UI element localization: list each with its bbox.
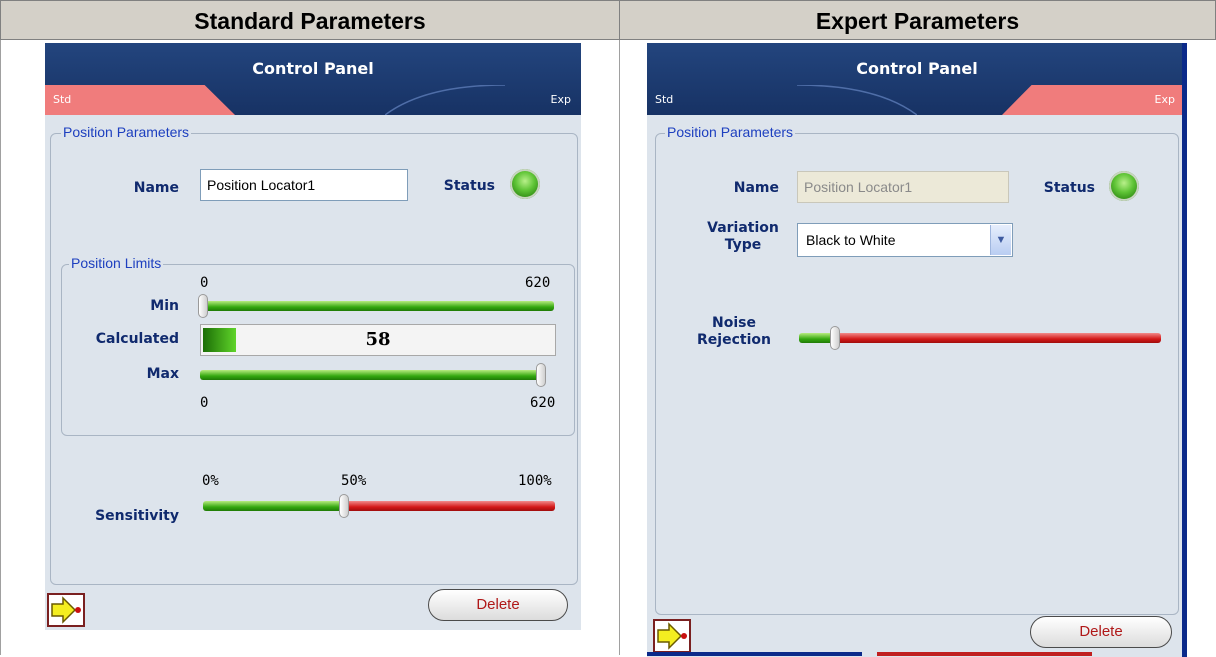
standard-parameters-header: Standard Parameters xyxy=(0,0,620,40)
panel-title: Control Panel xyxy=(856,59,978,78)
standard-control-panel: Control Panel Std Exp Position Parameter… xyxy=(45,43,581,630)
panel-title: Control Panel xyxy=(252,59,374,78)
tab-std[interactable]: Std xyxy=(655,85,715,115)
bottom-strip-red xyxy=(877,652,1092,656)
noise-rejection-thumb[interactable] xyxy=(830,326,841,350)
locator-arrow-icon[interactable] xyxy=(653,619,691,653)
variation-type-value: Black to White xyxy=(806,232,896,248)
sensitivity-track-low[interactable] xyxy=(203,501,344,511)
max-slider-track[interactable] xyxy=(200,370,540,380)
status-label: Status xyxy=(443,178,495,194)
status-led-icon xyxy=(1109,171,1139,201)
max-label: Max xyxy=(146,366,179,382)
bottom-strip-blue xyxy=(647,652,862,656)
sensitivity-tick-0: 0% xyxy=(202,473,219,489)
title-bar: Control Panel Std Exp xyxy=(647,43,1187,115)
variation-type-select[interactable]: Black to White ▼ xyxy=(797,223,1013,257)
sensitivity-tick-50: 50% xyxy=(341,473,367,489)
noise-rejection-label: Noise Rejection xyxy=(697,315,771,348)
chevron-down-icon[interactable]: ▼ xyxy=(990,225,1011,255)
tab-exp[interactable]: Exp xyxy=(1002,85,1187,115)
name-input[interactable]: Position Locator1 xyxy=(200,169,408,201)
min-slider-thumb[interactable] xyxy=(198,294,208,318)
expert-control-panel: Control Panel Std Exp Position Parameter… xyxy=(647,43,1187,657)
status-label: Status xyxy=(1043,180,1095,196)
name-input: Position Locator1 xyxy=(797,171,1009,203)
variation-type-label: Variation Type xyxy=(707,220,779,253)
locator-arrow-icon[interactable] xyxy=(47,593,85,627)
position-limits-legend: Position Limits xyxy=(69,255,164,271)
max-scale-end: 620 xyxy=(530,395,556,411)
left-border xyxy=(0,40,1,655)
title-bar: Control Panel Std Exp xyxy=(45,43,581,115)
sensitivity-label: Sensitivity xyxy=(95,508,179,524)
max-scale-start: 0 xyxy=(200,395,209,411)
comparison-table: Standard Parameters Expert Parameters Co… xyxy=(0,0,1216,657)
delete-button[interactable]: Delete xyxy=(1030,616,1172,648)
min-slider-track[interactable] xyxy=(200,301,554,311)
min-scale-end: 620 xyxy=(525,275,551,291)
calculated-meter: 58 xyxy=(200,324,556,356)
sensitivity-slider-thumb[interactable] xyxy=(338,494,349,518)
min-label: Min xyxy=(150,298,179,314)
position-parameters-group xyxy=(655,133,1179,615)
sensitivity-track-high[interactable] xyxy=(343,501,555,511)
tab-curve xyxy=(797,85,917,115)
tab-std[interactable]: Std xyxy=(45,85,235,115)
position-parameters-legend: Position Parameters xyxy=(61,124,192,140)
name-label: Name xyxy=(133,180,179,196)
noise-track-high[interactable] xyxy=(835,333,1161,343)
max-slider-thumb[interactable] xyxy=(536,363,546,387)
calculated-value: 58 xyxy=(365,329,391,350)
name-label: Name xyxy=(733,180,779,196)
calculated-label: Calculated xyxy=(95,331,179,347)
min-scale-start: 0 xyxy=(200,275,209,291)
tab-curve xyxy=(385,85,505,115)
column-divider xyxy=(619,40,620,655)
expert-parameters-header: Expert Parameters xyxy=(619,0,1216,40)
position-parameters-legend: Position Parameters xyxy=(665,124,796,140)
delete-button[interactable]: Delete xyxy=(428,589,568,621)
tab-exp[interactable]: Exp xyxy=(511,85,571,115)
sensitivity-tick-100: 100% xyxy=(518,473,552,489)
status-led-icon xyxy=(510,169,540,199)
